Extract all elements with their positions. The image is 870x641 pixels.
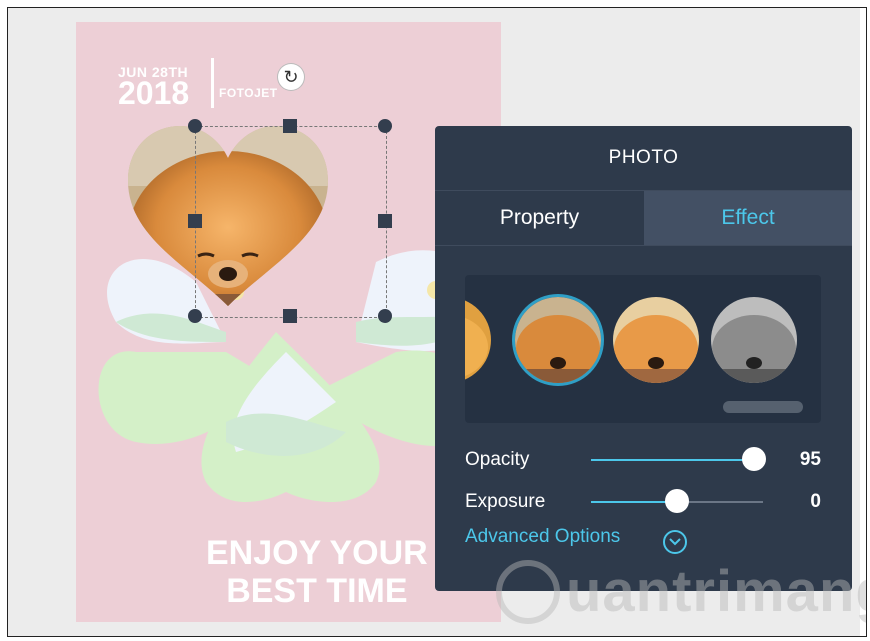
opacity-slider[interactable] xyxy=(591,447,767,471)
filter-thumb-vivid[interactable] xyxy=(613,297,699,383)
date-year: 2018 xyxy=(118,75,190,111)
tab-effect[interactable]: Effect xyxy=(644,191,852,245)
filter-thumb-partial[interactable] xyxy=(465,297,491,383)
resize-handle-top-right[interactable] xyxy=(378,119,392,133)
exposure-value: 0 xyxy=(810,491,821,512)
filter-carousel xyxy=(465,275,821,423)
resize-handle-right[interactable] xyxy=(378,214,392,228)
panel-tabs: Property Effect xyxy=(435,191,852,246)
opacity-row: Opacity 95 xyxy=(465,446,821,474)
tagline-line-1: ENJOY YOUR xyxy=(206,534,428,572)
exposure-slider-thumb[interactable] xyxy=(665,489,689,513)
resize-handle-bottom-right[interactable] xyxy=(378,309,392,323)
selection-box[interactable] xyxy=(195,126,387,318)
filter-thumb-grayscale[interactable] xyxy=(711,297,797,383)
date-divider xyxy=(211,58,214,108)
chevron-down-circle-icon[interactable] xyxy=(663,530,687,554)
advanced-options-link[interactable]: Advanced Options xyxy=(465,526,620,548)
exposure-label: Exposure xyxy=(465,491,546,512)
opacity-slider-thumb[interactable] xyxy=(742,447,767,471)
rotate-icon[interactable]: ↻ xyxy=(278,64,304,90)
watermark-logo-icon xyxy=(496,560,560,624)
panel-title: PHOTO xyxy=(435,126,852,191)
exposure-slider[interactable] xyxy=(591,489,763,513)
carousel-scrollbar[interactable] xyxy=(723,401,803,413)
resize-handle-left[interactable] xyxy=(188,214,202,228)
resize-handle-top-left[interactable] xyxy=(188,119,202,133)
exposure-row: Exposure 0 xyxy=(465,488,821,516)
tab-property[interactable]: Property xyxy=(435,191,644,245)
app-canvas: JUN 28TH 2018 FOTOJET ENJOY YOUR BEST TI… xyxy=(7,7,867,637)
opacity-value: 95 xyxy=(799,449,821,470)
filter-thumb-original[interactable] xyxy=(515,297,601,383)
opacity-label: Opacity xyxy=(465,449,530,470)
brand-text[interactable]: FOTOJET xyxy=(219,86,278,100)
poster-tagline[interactable]: ENJOY YOUR BEST TIME xyxy=(206,534,428,610)
watermark-text: uantrimang xyxy=(566,559,867,624)
photo-panel: PHOTO Property Effect Opacity 95 Exposur… xyxy=(435,126,852,591)
opacity-slider-fill xyxy=(591,459,755,461)
tagline-line-2: BEST TIME xyxy=(226,572,408,610)
resize-handle-top[interactable] xyxy=(283,119,297,133)
canvas-edge xyxy=(860,8,866,636)
site-watermark: uantrimang xyxy=(496,556,866,628)
event-date[interactable]: JUN 28TH 2018 xyxy=(118,64,190,111)
resize-handle-bottom[interactable] xyxy=(283,309,297,323)
resize-handle-bottom-left[interactable] xyxy=(188,309,202,323)
